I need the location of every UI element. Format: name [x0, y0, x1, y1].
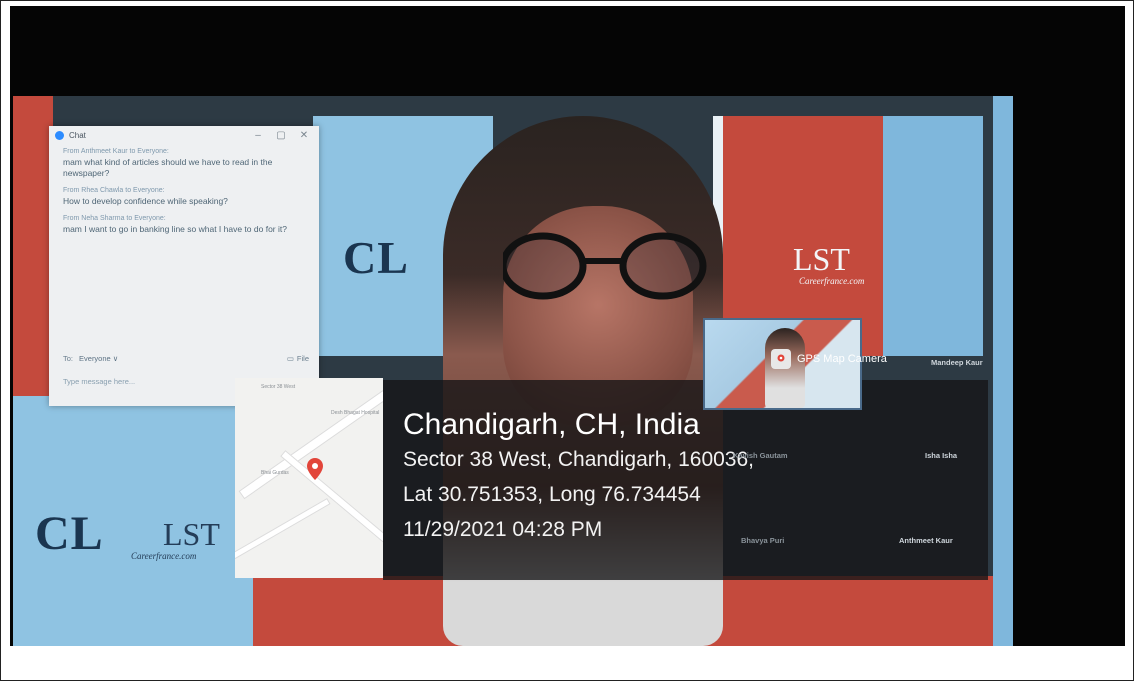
recipient-row: To: Everyone ∨ ▭ File	[63, 354, 309, 363]
file-icon: ▭	[286, 354, 294, 363]
gps-camera-icon	[771, 349, 791, 369]
participant-name: Mandeep Kaur	[931, 358, 983, 367]
gps-datetime: 11/29/2021 04:28 PM	[403, 518, 603, 541]
gps-app-name: GPS Map Camera	[797, 353, 887, 365]
message-sender: From Neha Sharma to Everyone:	[63, 215, 166, 222]
monitor-screen: CL LST Careerfrance.com CL LST Careerfra…	[10, 6, 1125, 646]
to-label: To:	[63, 354, 74, 363]
maximize-icon[interactable]: ▢	[272, 130, 290, 141]
gps-coordinates: Lat 30.751353, Long 76.734454	[403, 483, 701, 506]
map-road	[235, 497, 331, 566]
brand-lst-logo-lower: LST	[163, 516, 220, 552]
file-button[interactable]: ▭ File	[287, 354, 309, 363]
map-label: Desh Bhagat Hospital	[331, 410, 380, 416]
brand-lst-logo: LST	[793, 241, 850, 277]
participant-name: Kavish Gautam	[733, 451, 788, 460]
location-map: Sector 38 West Desh Bhagat Hospital Bhai…	[235, 378, 383, 578]
message-text: How to develop confidence while speaking…	[63, 196, 228, 206]
message-text: mam I want to go in banking line so what…	[63, 224, 287, 234]
chat-message: From Anthmeet Kaur to Everyone: mam what…	[63, 148, 305, 179]
message-sender: From Anthmeet Kaur to Everyone:	[63, 148, 169, 155]
file-button-label: File	[296, 354, 309, 363]
chat-titlebar[interactable]: Chat – ▢ ✕	[49, 126, 319, 144]
zoom-logo-icon	[55, 130, 64, 140]
backdrop-tile	[13, 96, 53, 396]
close-icon[interactable]: ✕	[295, 130, 313, 141]
chat-messages: From Anthmeet Kaur to Everyone: mam what…	[49, 144, 319, 247]
map-road	[280, 450, 383, 554]
chat-title: Chat	[69, 130, 86, 140]
gps-city: Chandigarh, CH, India	[403, 408, 700, 441]
minimize-icon[interactable]: –	[249, 130, 267, 141]
participant-name: Anthmeet Kaur	[899, 536, 953, 545]
location-pin-icon	[307, 458, 323, 480]
participant-name: Bhavya Puri	[741, 536, 785, 545]
video-call-view: CL LST Careerfrance.com CL LST Careerfra…	[13, 96, 1013, 646]
backdrop-tile	[883, 116, 983, 356]
chat-window[interactable]: Chat – ▢ ✕ From Anthmeet Kaur to Everyon…	[49, 126, 319, 406]
message-sender: From Rhea Chawla to Everyone:	[63, 187, 165, 194]
message-text: mam what kind of articles should we have…	[63, 157, 273, 178]
gps-address: Sector 38 West, Chandigarh, 160036,	[403, 448, 755, 471]
map-label: Bhai Gurdas	[261, 470, 289, 476]
recipient-select[interactable]: Everyone ∨	[79, 354, 118, 363]
brand-subtitle: Careerfrance.com	[799, 276, 865, 286]
glasses-icon	[503, 232, 707, 300]
backdrop-tile	[993, 96, 1013, 646]
brand-cl-logo: CL	[343, 232, 409, 283]
brand-subtitle-lower: Careerfrance.com	[131, 551, 197, 561]
participant-name: Isha Isha	[925, 451, 958, 460]
gps-app-badge: GPS Map Camera	[771, 349, 887, 369]
map-label: Sector 38 West	[261, 384, 296, 390]
chat-message: From Neha Sharma to Everyone: mam I want…	[63, 215, 305, 235]
brand-cl-logo-lower: CL	[35, 507, 104, 560]
chat-message: From Rhea Chawla to Everyone: How to dev…	[63, 187, 305, 207]
